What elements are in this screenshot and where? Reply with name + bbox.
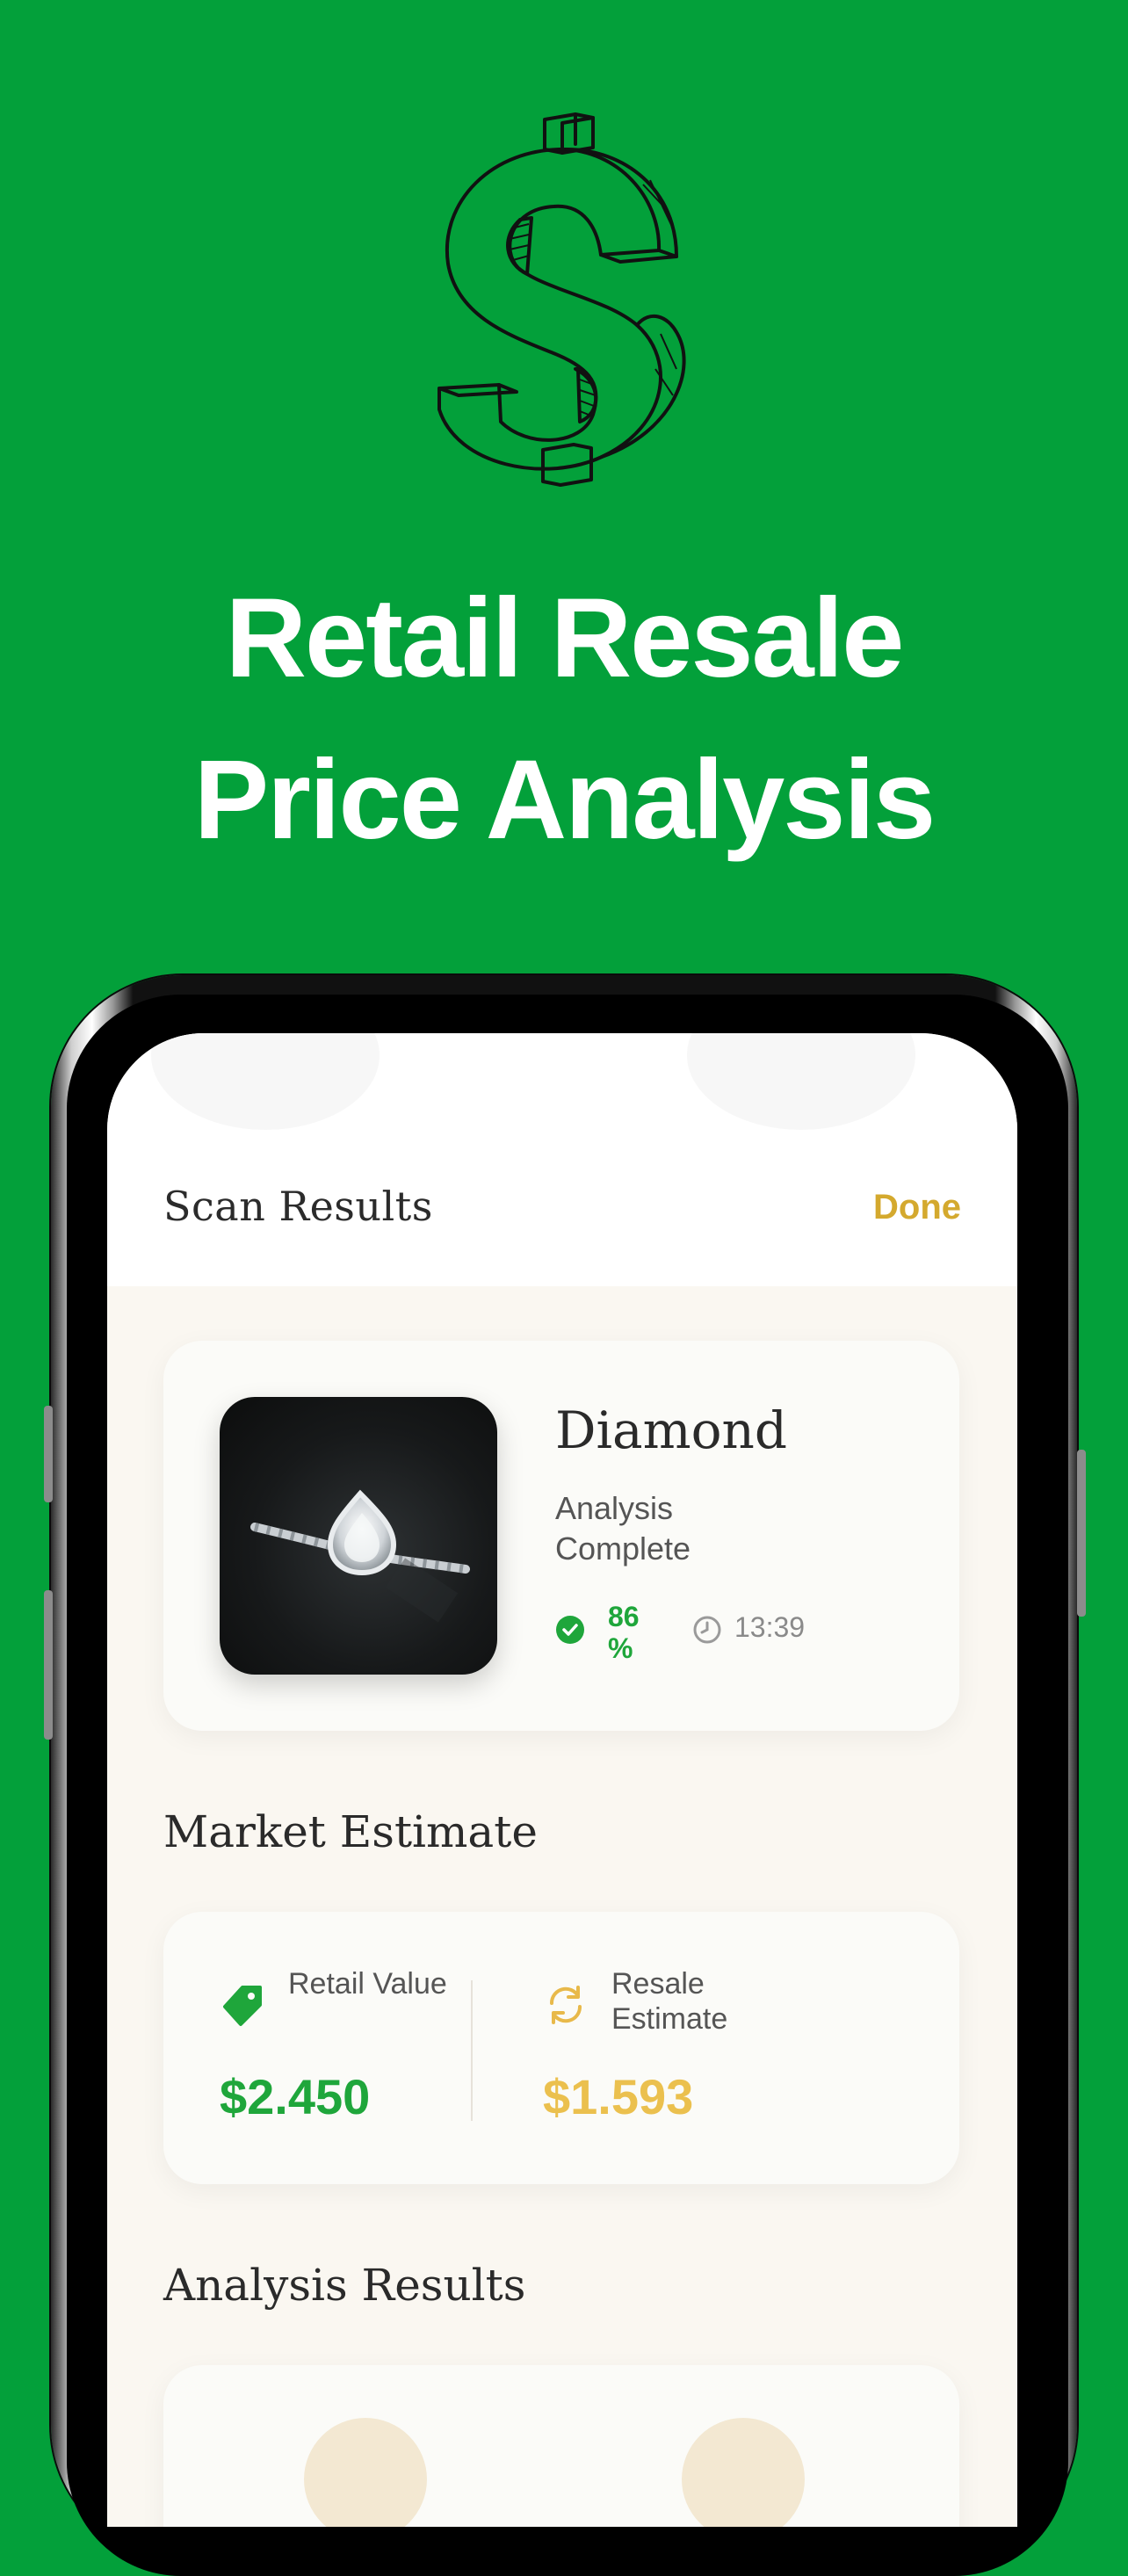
refresh-arrows-icon	[549, 1986, 582, 2024]
headline-line-1: Retail Resale	[225, 575, 905, 701]
checkmark-circle-icon	[556, 1616, 584, 1644]
confidence-value: 86 %	[608, 1601, 640, 1664]
divider	[471, 1980, 473, 2121]
retail-value-label: Retail Value	[288, 1967, 447, 2001]
headline-line-2: Price Analysis	[193, 737, 936, 863]
market-estimate-card: Retail Value $2.450 Resale Estimate $1.5…	[163, 1912, 959, 2184]
price-tag-icon	[223, 1986, 262, 2026]
headline: Retail Resale Price Analysis	[0, 558, 1128, 881]
result-icon-circle	[682, 2418, 805, 2527]
scan-time: 13:39	[734, 1611, 806, 1643]
scan-item-card[interactable]: Diamond Analysis Complete 86 % 13:39	[163, 1341, 959, 1731]
phone-power-button	[1077, 1450, 1086, 1617]
phone-side-button	[44, 1406, 53, 1502]
resale-estimate-label: Resale Estimate	[611, 1967, 728, 2036]
analysis-results-title: Analysis Results	[163, 2260, 526, 2311]
resale-estimate-value: $1.593	[543, 2069, 694, 2124]
item-name: Diamond	[555, 1400, 788, 1460]
analysis-status: Analysis Complete	[555, 1490, 691, 1567]
navigation-bar: Scan Results Done	[107, 1033, 1017, 1286]
dollar-sign-icon	[437, 112, 686, 487]
header-decor	[151, 1033, 380, 1130]
header-decor	[687, 1033, 915, 1130]
page-title: Scan Results	[163, 1183, 433, 1230]
market-estimate-title: Market Estimate	[163, 1806, 538, 1857]
done-button[interactable]: Done	[873, 1188, 961, 1227]
result-icon-circle	[304, 2418, 427, 2527]
phone-side-button	[44, 1590, 53, 1740]
analysis-results-card	[163, 2365, 959, 2527]
diamond-ring-image	[220, 1397, 497, 1675]
app-screen: Scan Results Done Diamond Analysis Compl…	[107, 1033, 1017, 2527]
retail-value: $2.450	[220, 2069, 371, 2124]
clock-icon	[693, 1616, 721, 1644]
